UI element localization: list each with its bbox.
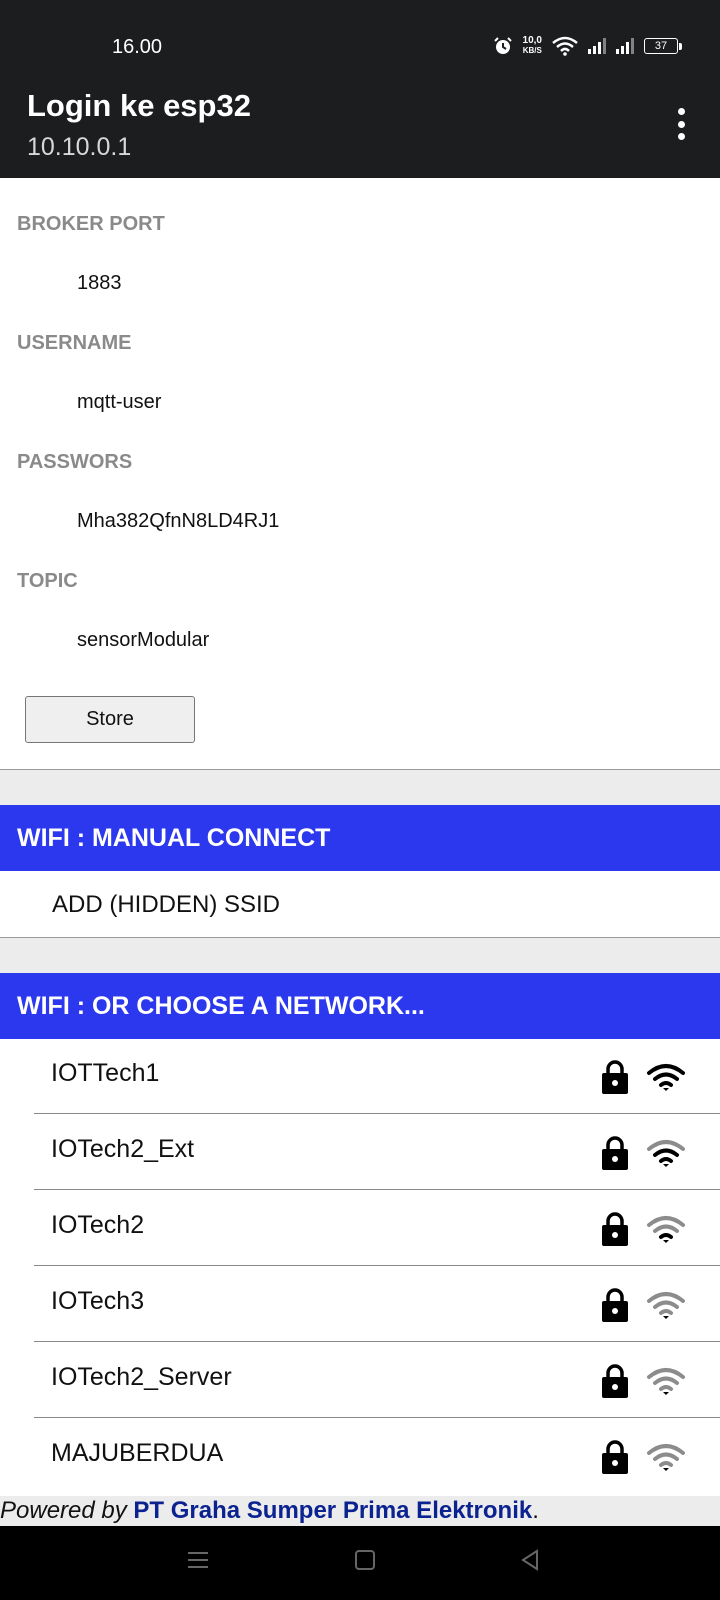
network-item[interactable]: IOTech2_Ext xyxy=(34,1115,720,1190)
lock-icon xyxy=(600,1287,630,1328)
more-vert-icon[interactable] xyxy=(676,108,686,140)
footer: Powered by PT Graha Sumper Prima Elektro… xyxy=(0,1496,720,1526)
row-divider xyxy=(34,1265,720,1266)
footer-suffix: . xyxy=(532,1497,539,1524)
network-ssid: IOTech2 xyxy=(51,1211,145,1239)
network-ssid: IOTTech1 xyxy=(51,1059,160,1087)
topic-field[interactable]: sensorModular xyxy=(77,629,209,652)
row-divider xyxy=(34,1189,720,1190)
lock-icon xyxy=(600,1439,630,1480)
manual-connect-header: WIFI : MANUAL CONNECT xyxy=(0,805,720,871)
spacer xyxy=(0,938,720,973)
add-hidden-ssid-item[interactable]: ADD (HIDDEN) SSID xyxy=(0,872,720,937)
footer-prefix: Powered by xyxy=(0,1497,127,1524)
lock-icon xyxy=(600,1059,630,1100)
broker-port-label: BROKER PORT xyxy=(17,213,165,235)
network-ssid: IOTech3 xyxy=(51,1287,145,1315)
network-item[interactable]: IOTech2_Server xyxy=(34,1343,720,1418)
signal-icon xyxy=(588,38,606,54)
network-item[interactable]: MAJUBERDUA xyxy=(34,1419,720,1494)
username-field[interactable]: mqtt-user xyxy=(77,391,161,414)
username-label: USERNAME xyxy=(17,332,132,354)
network-item[interactable]: IOTTech1 xyxy=(34,1039,720,1114)
app-header: 16.00 10,0 KB/S 37 Login ke esp32 10.10.… xyxy=(0,0,720,178)
wifi-signal-icon xyxy=(646,1139,686,1174)
wifi-signal-icon xyxy=(646,1063,686,1098)
lock-icon xyxy=(600,1363,630,1404)
password-label: PASSWORS xyxy=(17,451,133,473)
system-nav-bar xyxy=(0,1526,720,1600)
home-icon[interactable] xyxy=(353,1548,377,1572)
page-title: Login ke esp32 xyxy=(27,88,251,123)
wifi-signal-icon xyxy=(646,1291,686,1326)
battery-icon: 37 xyxy=(644,38,682,54)
row-divider xyxy=(34,1417,720,1418)
menu-icon[interactable] xyxy=(186,1548,210,1572)
status-time: 16.00 xyxy=(112,36,163,58)
alarm-icon xyxy=(493,37,512,54)
network-ssid: MAJUBERDUA xyxy=(51,1439,224,1467)
lock-icon xyxy=(600,1135,630,1176)
network-ssid: IOTech2_Server xyxy=(51,1363,232,1391)
wifi-icon xyxy=(552,36,578,56)
wifi-signal-icon xyxy=(646,1367,686,1402)
password-field[interactable]: Mha382QfnN8LD4RJ1 xyxy=(77,510,279,533)
network-ssid: IOTech2_Ext xyxy=(51,1135,195,1163)
row-divider xyxy=(34,1341,720,1342)
signal-icon xyxy=(616,38,634,54)
store-button[interactable]: Store xyxy=(25,696,195,743)
lock-icon xyxy=(600,1211,630,1252)
back-icon[interactable] xyxy=(518,1548,542,1572)
spacer xyxy=(0,770,720,805)
wifi-signal-icon xyxy=(646,1443,686,1478)
page-subtitle: 10.10.0.1 xyxy=(27,133,132,161)
network-item[interactable]: IOTech2 xyxy=(34,1191,720,1266)
choose-network-header: WIFI : OR CHOOSE A NETWORK... xyxy=(0,973,720,1039)
network-item[interactable]: IOTech3 xyxy=(34,1267,720,1342)
topic-label: TOPIC xyxy=(17,570,78,592)
row-divider xyxy=(34,1113,720,1114)
broker-port-field[interactable]: 1883 xyxy=(77,272,122,295)
company-link[interactable]: PT Graha Sumper Prima Elektronik xyxy=(133,1497,532,1524)
status-icons: 10,0 KB/S 37 xyxy=(493,35,682,56)
net-speed: 10,0 KB/S xyxy=(522,35,542,56)
wifi-signal-icon xyxy=(646,1215,686,1250)
